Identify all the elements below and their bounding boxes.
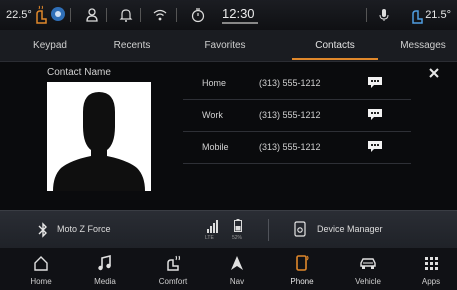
nav-label: Vehicle: [355, 277, 381, 286]
phone-tabs: Keypad Recents Favorites Contacts Messag…: [0, 30, 457, 62]
phone-number: (313) 555-1212: [259, 110, 321, 120]
clock-underline: [222, 22, 258, 24]
phone-number: (313) 555-1212: [259, 78, 321, 88]
nav-media[interactable]: Media: [82, 248, 128, 290]
phone-number-row[interactable]: Home (313) 555-1212: [183, 68, 411, 100]
divider: [70, 8, 71, 22]
seat-heat-icon[interactable]: [33, 5, 49, 25]
nav-comfort[interactable]: Comfort: [148, 248, 198, 290]
temperature-left[interactable]: 22.5°: [6, 9, 32, 21]
close-icon[interactable]: [427, 66, 441, 80]
message-icon[interactable]: [367, 108, 383, 120]
phone-icon: [296, 255, 309, 271]
temperature-right[interactable]: 21.5°: [425, 9, 451, 21]
nav-label: Media: [94, 277, 116, 286]
message-icon[interactable]: [367, 76, 383, 88]
bluetooth-icon: [38, 222, 47, 238]
device-manager-icon[interactable]: [294, 221, 306, 237]
wifi-icon[interactable]: [152, 7, 168, 23]
person-silhouette-icon: [53, 92, 145, 191]
phone-number: (313) 555-1212: [259, 142, 321, 152]
seat-heat-icon[interactable]: [409, 5, 425, 25]
battery-icon: [234, 219, 242, 232]
home-icon: [34, 256, 48, 271]
contact-name: Contact Name: [47, 67, 111, 78]
device-bar: Moto Z Force LTE 52% Device Manager: [0, 210, 457, 248]
apps-icon: [425, 257, 438, 270]
tab-messages[interactable]: Messages: [392, 30, 454, 62]
tab-keypad[interactable]: Keypad: [22, 30, 78, 62]
divider: [106, 8, 107, 22]
signal-strength-icon: [207, 220, 218, 233]
nav-phone[interactable]: Phone: [278, 248, 326, 290]
clock: 12:30: [222, 6, 255, 21]
bell-icon[interactable]: [118, 7, 134, 23]
tab-recents[interactable]: Recents: [104, 30, 160, 62]
bottom-nav: Home Media Comfort Nav Phone Vehicle App…: [0, 248, 457, 290]
car-icon: [360, 258, 376, 269]
divider: [268, 219, 269, 241]
phone-number-row[interactable]: Mobile (313) 555-1212: [183, 132, 411, 164]
number-type: Work: [202, 110, 223, 120]
nav-label: Home: [30, 277, 52, 286]
status-bar: 22.5° 12:30 21.5°: [0, 0, 457, 30]
nav-label: Nav: [229, 277, 245, 286]
nav-label: Phone: [290, 277, 314, 286]
timer-icon[interactable]: [190, 7, 206, 23]
number-type: Mobile: [202, 142, 229, 152]
active-tab-indicator: [292, 58, 378, 60]
message-icon[interactable]: [367, 140, 383, 152]
divider: [140, 8, 141, 22]
nav-arrow-icon: [231, 256, 243, 270]
phone-number-row[interactable]: Work (313) 555-1212: [183, 100, 411, 132]
nav-label: Comfort: [158, 277, 188, 286]
person-icon[interactable]: [84, 7, 100, 23]
battery-label: 52%: [232, 235, 243, 241]
contact-detail: Contact Name Home (313) 555-1212 Work (3…: [0, 62, 457, 210]
device-name[interactable]: Moto Z Force: [57, 224, 111, 234]
nav-home[interactable]: Home: [18, 248, 64, 290]
nav-vehicle[interactable]: Vehicle: [343, 248, 393, 290]
tab-favorites[interactable]: Favorites: [192, 30, 258, 62]
contact-photo: [47, 82, 151, 191]
mic-icon[interactable]: [376, 7, 392, 23]
divider: [176, 8, 177, 22]
music-icon: [98, 254, 111, 271]
nav-label: Apps: [421, 277, 441, 286]
signal-label: LTE: [205, 235, 214, 241]
number-type: Home: [202, 78, 227, 88]
comfort-icon: [167, 255, 181, 271]
nav-nav[interactable]: Nav: [214, 248, 260, 290]
divider: [366, 8, 367, 22]
fan-icon[interactable]: [50, 6, 66, 22]
nav-apps[interactable]: Apps: [408, 248, 454, 290]
device-manager-button[interactable]: Device Manager: [317, 224, 383, 234]
